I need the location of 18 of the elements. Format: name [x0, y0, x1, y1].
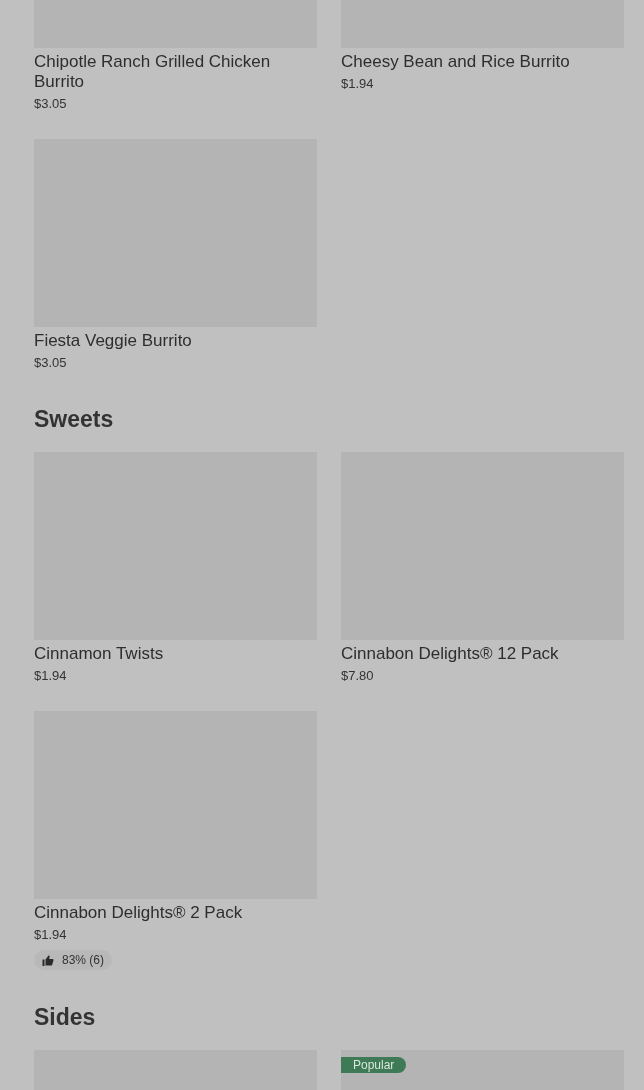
item-price: $3.05	[34, 95, 68, 113]
item-name[interactable]: Cinnabon Delights® 12 Pack	[341, 644, 624, 664]
popular-badge: Popular	[341, 1057, 407, 1073]
item-name[interactable]: Chipotle Ranch Grilled Chicken Burrito	[34, 52, 317, 92]
item-price: $1.94	[341, 75, 375, 93]
item-name[interactable]: Cinnamon Twists	[34, 644, 317, 664]
item-name[interactable]: Cinnabon Delights® 2 Pack	[34, 903, 317, 923]
item-price: $1.94	[34, 926, 68, 944]
section-heading: Sides	[34, 1003, 97, 1032]
item-name[interactable]: Fiesta Veggie Burrito	[34, 331, 317, 351]
item-price: $1.94	[34, 667, 68, 685]
rating-text: 83% (6)	[62, 952, 105, 968]
item-image[interactable]: Popular	[341, 1050, 624, 1090]
item-price: $7.80	[341, 667, 375, 685]
thumbs-up-icon	[42, 954, 54, 966]
section-heading: Sweets	[34, 405, 115, 434]
item-name[interactable]: Cheesy Bean and Rice Burrito	[341, 52, 624, 72]
item-price: $3.05	[34, 354, 68, 372]
